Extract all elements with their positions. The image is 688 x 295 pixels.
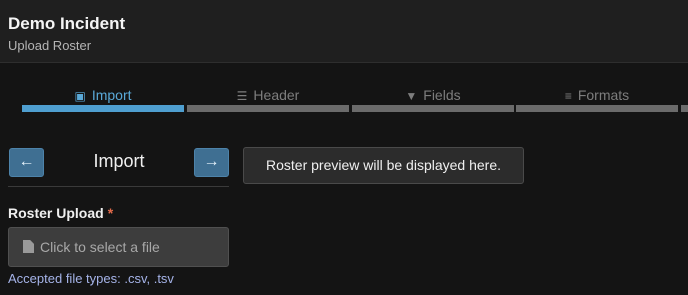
arrow-right-icon: → xyxy=(203,153,220,170)
required-marker: * xyxy=(107,205,114,221)
step-progress-bar xyxy=(352,105,514,112)
step-label: Formats xyxy=(577,87,630,103)
file-icon xyxy=(23,240,34,253)
file-select-button[interactable]: Click to select a file xyxy=(8,227,229,267)
wizard-steps: ▣ Import ☰ Header ▼ Fields ≡ Formats xyxy=(0,84,688,114)
divider xyxy=(8,186,229,187)
step-overflow xyxy=(681,84,688,114)
step-progress-bar xyxy=(187,105,349,112)
step-fields[interactable]: ▼ Fields xyxy=(352,84,514,114)
arrow-left-icon: ← xyxy=(18,153,35,170)
sliders-icon: ≡ xyxy=(564,89,572,103)
list-icon: ☰ xyxy=(236,89,248,103)
previous-step-button[interactable]: ← xyxy=(9,148,44,177)
panel-title: Import xyxy=(93,151,145,171)
page-title: Demo Incident xyxy=(8,14,126,33)
file-icon: ▣ xyxy=(74,89,86,103)
filter-icon: ▼ xyxy=(405,89,418,103)
step-progress-bar xyxy=(516,105,678,112)
next-step-button[interactable]: → xyxy=(194,148,229,177)
step-progress-bar xyxy=(22,105,184,112)
step-formats[interactable]: ≡ Formats xyxy=(516,84,678,114)
step-import[interactable]: ▣ Import xyxy=(22,84,184,114)
page-header: Demo Incident Upload Roster xyxy=(0,0,688,63)
accepted-file-types: Accepted file types: .csv, .tsv xyxy=(8,271,174,286)
step-header[interactable]: ☰ Header xyxy=(187,84,349,114)
page-subtitle: Upload Roster xyxy=(8,38,92,53)
roster-upload-label: Roster Upload * xyxy=(8,205,114,221)
step-label: Header xyxy=(253,87,300,103)
step-label: Import xyxy=(91,87,132,103)
file-select-label: Click to select a file xyxy=(40,239,160,255)
step-label: Fields xyxy=(423,87,461,103)
roster-preview: Roster preview will be displayed here. xyxy=(243,147,524,184)
